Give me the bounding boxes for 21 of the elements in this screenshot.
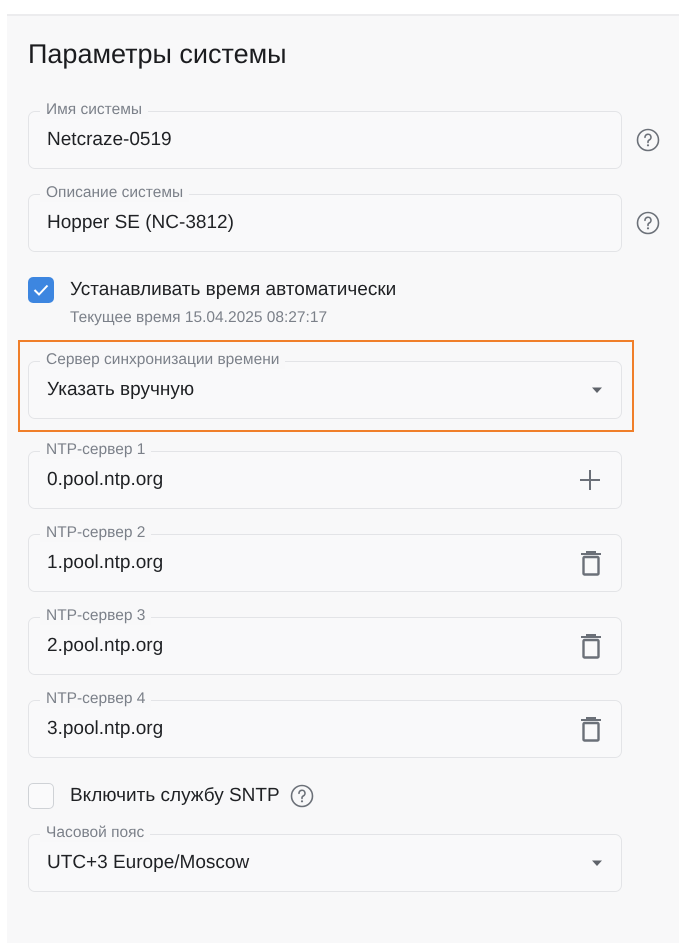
checkbox-label: Включить службу SNTP bbox=[70, 785, 280, 807]
delete-button[interactable] bbox=[579, 716, 603, 742]
checkbox[interactable] bbox=[28, 783, 54, 809]
delete-button[interactable] bbox=[579, 550, 603, 576]
checkmark-icon bbox=[33, 284, 49, 296]
dropdown-caret-icon bbox=[591, 860, 603, 866]
checkbox[interactable] bbox=[28, 277, 54, 303]
panel-title: Параметры системы bbox=[28, 38, 288, 70]
field-label: NTP-сервер 3 bbox=[40, 607, 152, 625]
add-button[interactable] bbox=[577, 467, 603, 493]
checkbox-label: Устанавливать время автоматически bbox=[70, 279, 396, 301]
field-label: NTP-сервер 4 bbox=[40, 690, 152, 708]
field-label: NTP-сервер 1 bbox=[40, 441, 152, 459]
field-label: NTP-сервер 2 bbox=[40, 524, 152, 542]
dropdown-caret-icon bbox=[591, 386, 603, 394]
field-label: Сервер синхронизации времени bbox=[40, 351, 286, 369]
help-icon[interactable] bbox=[290, 784, 314, 808]
help-icon[interactable] bbox=[636, 211, 660, 235]
delete-button[interactable] bbox=[579, 633, 603, 659]
current-time-text: Текущее время 15.04.2025 08:27:17 bbox=[70, 309, 328, 327]
help-icon[interactable] bbox=[636, 128, 660, 152]
